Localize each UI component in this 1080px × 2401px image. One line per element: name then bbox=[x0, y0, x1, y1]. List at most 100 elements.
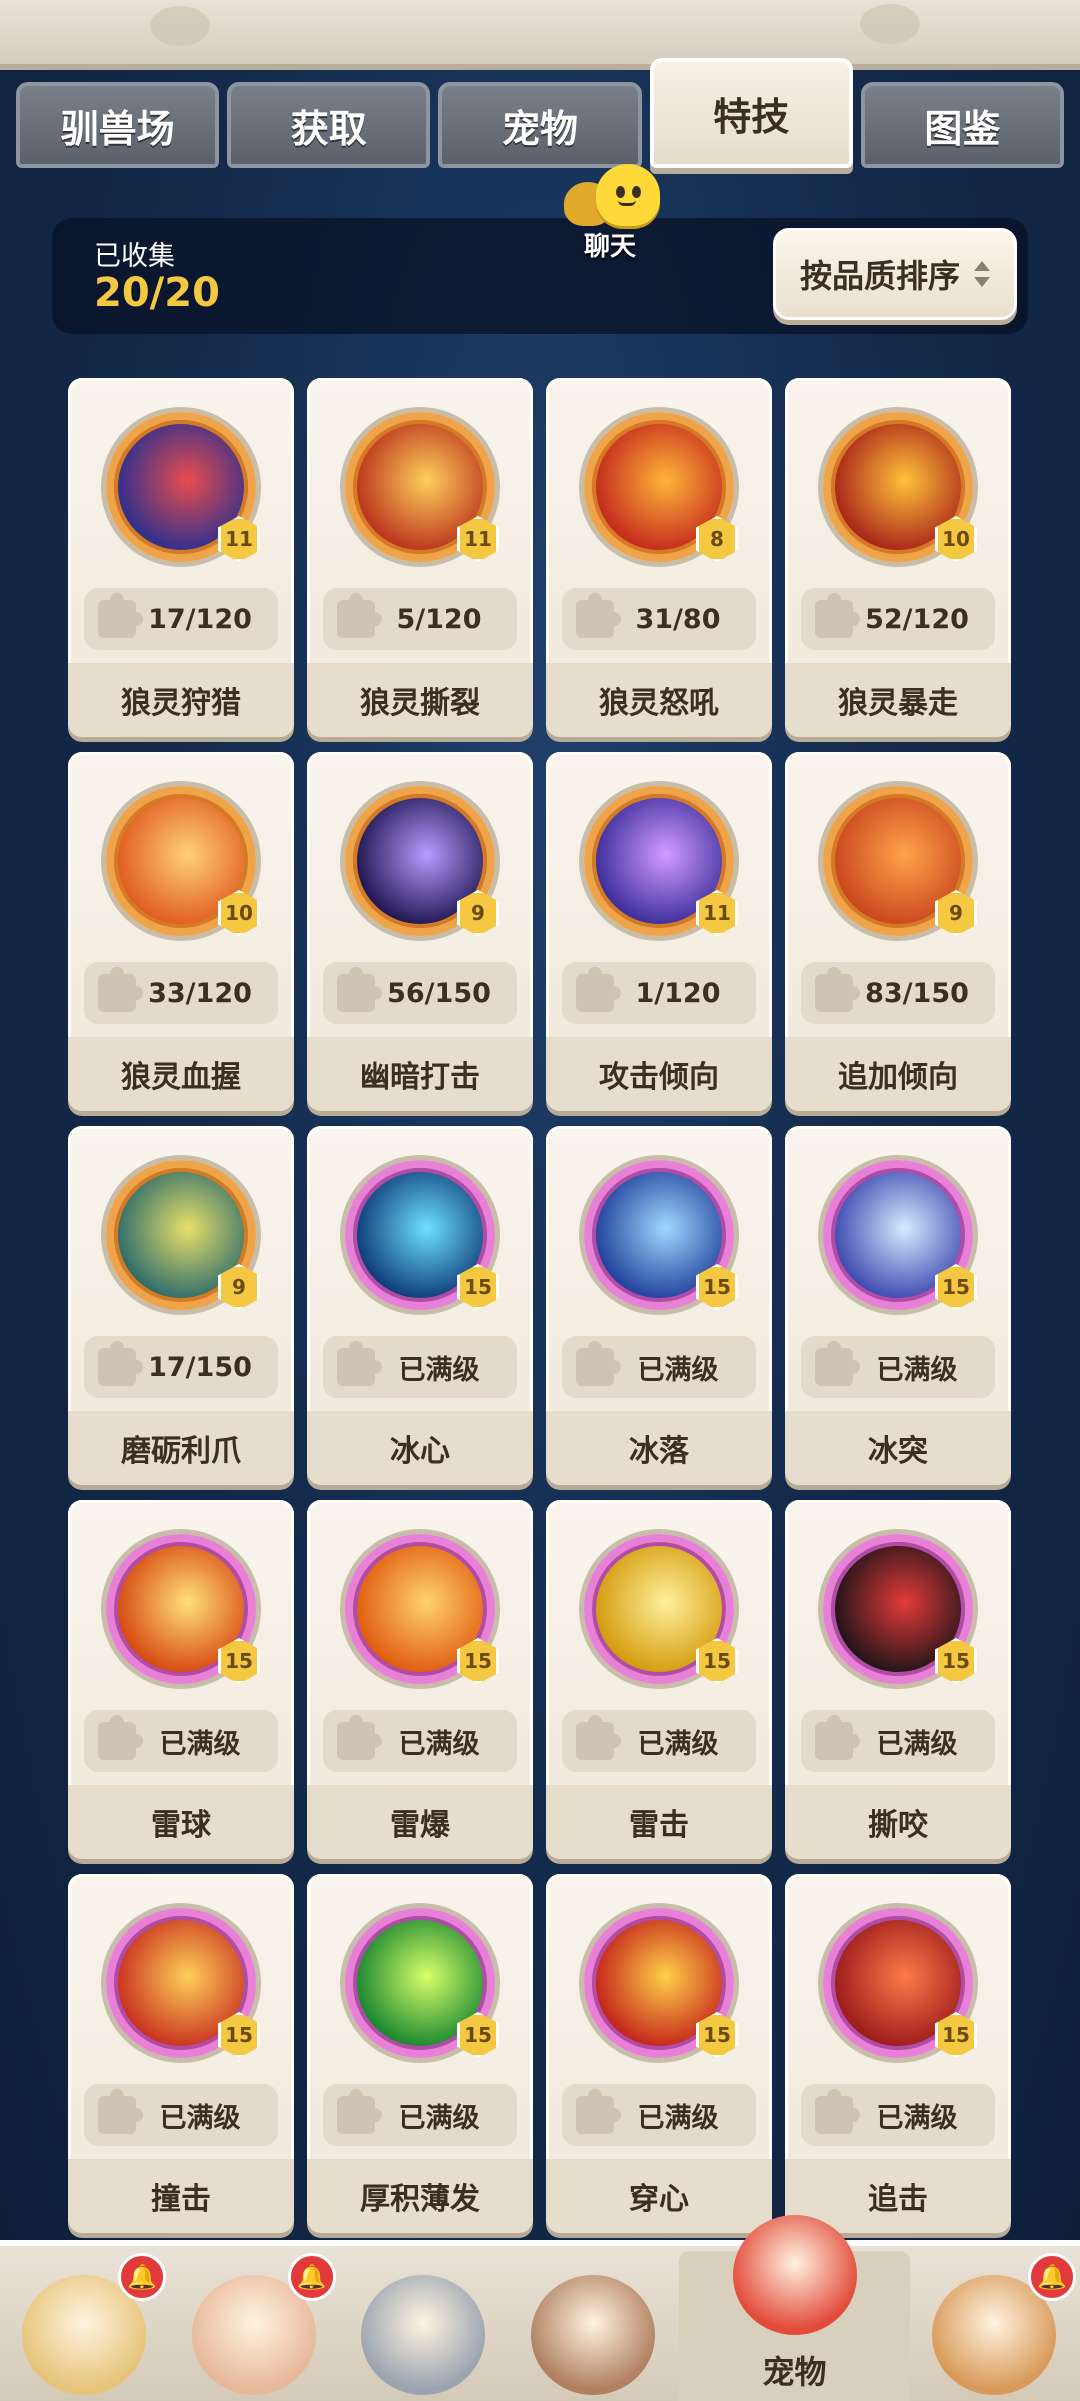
skill-name: 雷球 bbox=[68, 1785, 294, 1859]
puzzle-piece-icon bbox=[337, 2089, 382, 2134]
elder-avatar-icon bbox=[531, 2275, 656, 2395]
skill-name: 穿心 bbox=[546, 2159, 772, 2233]
alert-bell-icon: 🔔 bbox=[1028, 2253, 1077, 2301]
puzzle-piece-icon bbox=[815, 2089, 860, 2134]
skill-name: 狼灵暴走 bbox=[785, 663, 1011, 737]
puzzle-piece-icon bbox=[337, 967, 382, 1012]
progress-text: 已满级 bbox=[159, 1728, 241, 1760]
puzzle-piece-icon bbox=[98, 967, 143, 1012]
tab-bar: 驯兽场 获取 宠物 特技 图鉴 bbox=[16, 58, 1065, 168]
bottom-nav: 🔔 🔔 宠物 🔔 bbox=[0, 2215, 1080, 2401]
progress-text: 5/120 bbox=[396, 603, 482, 635]
progress-pill: 33/120 bbox=[84, 962, 278, 1024]
nav-label: 宠物 bbox=[762, 2353, 827, 2391]
dino-pet-icon bbox=[732, 2215, 857, 2335]
progress-pill: 已满级 bbox=[323, 2084, 517, 2146]
skill-grid: 11 17/120 狼灵狩猎 11 5/120 狼灵撕裂 8 31/80 狼灵怒吼 10 52/12… bbox=[68, 378, 1014, 2233]
skill-card[interactable]: 11 1/120 攻击倾向 bbox=[546, 752, 772, 1111]
skill-card[interactable]: 15 已满级 追击 bbox=[785, 1874, 1011, 2233]
progress-pill: 已满级 bbox=[84, 2084, 278, 2146]
puzzle-piece-icon bbox=[576, 593, 621, 638]
skill-card[interactable]: 15 已满级 雷击 bbox=[546, 1500, 772, 1859]
puzzle-piece-icon bbox=[815, 967, 860, 1012]
progress-pill: 17/120 bbox=[84, 588, 278, 650]
tab-2[interactable]: 宠物 bbox=[438, 82, 642, 168]
progress-text: 已满级 bbox=[159, 2102, 241, 2134]
skill-name: 狼灵怒吼 bbox=[546, 663, 772, 737]
tab-0[interactable]: 驯兽场 bbox=[16, 82, 220, 168]
progress-pill: 83/150 bbox=[801, 962, 995, 1024]
progress-pill: 已满级 bbox=[801, 1336, 995, 1398]
nav-totem[interactable]: 🔔 bbox=[910, 2251, 1080, 2401]
progress-text: 17/150 bbox=[148, 1351, 252, 1383]
nav-pet[interactable]: 宠物 bbox=[678, 2215, 911, 2401]
progress-pill: 已满级 bbox=[323, 1710, 517, 1772]
tab-1[interactable]: 获取 bbox=[227, 82, 431, 168]
skill-name: 幽暗打击 bbox=[307, 1037, 533, 1111]
skill-name: 厚积薄发 bbox=[307, 2159, 533, 2233]
stone-decoration bbox=[150, 6, 210, 46]
progress-text: 已满级 bbox=[876, 2102, 958, 2134]
progress-text: 已满级 bbox=[398, 2102, 480, 2134]
puzzle-piece-icon bbox=[98, 1341, 143, 1386]
skill-card[interactable]: 11 5/120 狼灵撕裂 bbox=[307, 378, 533, 737]
progress-text: 17/120 bbox=[148, 603, 252, 635]
progress-pill: 已满级 bbox=[84, 1710, 278, 1772]
puzzle-piece-icon bbox=[815, 1715, 860, 1760]
skill-card[interactable]: 15 已满级 撞击 bbox=[68, 1874, 294, 2233]
skill-name: 磨砺利爪 bbox=[68, 1411, 294, 1485]
puzzle-piece-icon bbox=[576, 1341, 621, 1386]
progress-pill: 已满级 bbox=[562, 1336, 756, 1398]
skill-card[interactable]: 15 已满级 冰心 bbox=[307, 1126, 533, 1485]
progress-text: 1/120 bbox=[635, 977, 721, 1009]
progress-pill: 31/80 bbox=[562, 588, 756, 650]
skill-card[interactable]: 10 52/120 狼灵暴走 bbox=[785, 378, 1011, 737]
skill-card[interactable]: 15 已满级 撕咬 bbox=[785, 1500, 1011, 1859]
sort-by-quality-button[interactable]: 按品质排序 bbox=[773, 228, 1017, 320]
nav-caveman[interactable]: 🔔 bbox=[0, 2251, 170, 2401]
progress-text: 83/150 bbox=[865, 977, 969, 1009]
progress-pill: 1/120 bbox=[562, 962, 756, 1024]
progress-pill: 已满级 bbox=[562, 2084, 756, 2146]
skill-card[interactable]: 10 33/120 狼灵血握 bbox=[68, 752, 294, 1111]
progress-text: 31/80 bbox=[635, 603, 721, 635]
skill-card[interactable]: 15 已满级 冰落 bbox=[546, 1126, 772, 1485]
top-banner bbox=[0, 0, 1080, 70]
progress-pill: 已满级 bbox=[562, 1710, 756, 1772]
skill-name: 雷爆 bbox=[307, 1785, 533, 1859]
nav-hero[interactable]: 🔔 bbox=[170, 2251, 340, 2401]
skill-card[interactable]: 8 31/80 狼灵怒吼 bbox=[546, 378, 772, 737]
skill-card[interactable]: 9 83/150 追加倾向 bbox=[785, 752, 1011, 1111]
puzzle-piece-icon bbox=[337, 1715, 382, 1760]
chat-button[interactable]: 聊天 bbox=[560, 160, 660, 262]
puzzle-piece-icon bbox=[98, 593, 143, 638]
skill-card[interactable]: 15 已满级 厚积薄发 bbox=[307, 1874, 533, 2233]
progress-text: 已满级 bbox=[876, 1354, 958, 1386]
skill-card[interactable]: 9 56/150 幽暗打击 bbox=[307, 752, 533, 1111]
tab-3[interactable]: 特技 bbox=[649, 58, 853, 168]
progress-pill: 已满级 bbox=[801, 2084, 995, 2146]
skill-name: 狼灵血握 bbox=[68, 1037, 294, 1111]
progress-pill: 52/120 bbox=[801, 588, 995, 650]
skill-card[interactable]: 9 17/150 磨砺利爪 bbox=[68, 1126, 294, 1485]
puzzle-piece-icon bbox=[337, 593, 382, 638]
puzzle-piece-icon bbox=[815, 593, 860, 638]
skill-card[interactable]: 15 已满级 雷球 bbox=[68, 1500, 294, 1859]
skill-name: 冰落 bbox=[546, 1411, 772, 1485]
skill-card[interactable]: 15 已满级 穿心 bbox=[546, 1874, 772, 2233]
tab-4[interactable]: 图鉴 bbox=[860, 82, 1065, 168]
puzzle-piece-icon bbox=[815, 1341, 860, 1386]
skill-card[interactable]: 15 已满级 冰突 bbox=[785, 1126, 1011, 1485]
skill-name: 冰心 bbox=[307, 1411, 533, 1485]
nav-equipment[interactable] bbox=[339, 2251, 509, 2401]
nav-elder[interactable] bbox=[509, 2251, 679, 2401]
skill-card[interactable]: 15 已满级 雷爆 bbox=[307, 1500, 533, 1859]
puzzle-piece-icon bbox=[98, 1715, 143, 1760]
skill-name: 撞击 bbox=[68, 2159, 294, 2233]
skill-name: 狼灵狩猎 bbox=[68, 663, 294, 737]
progress-text: 已满级 bbox=[637, 1354, 719, 1386]
skill-name: 追加倾向 bbox=[785, 1037, 1011, 1111]
alert-bell-icon: 🔔 bbox=[118, 2253, 166, 2301]
skill-card[interactable]: 11 17/120 狼灵狩猎 bbox=[68, 378, 294, 737]
progress-pill: 已满级 bbox=[323, 1336, 517, 1398]
